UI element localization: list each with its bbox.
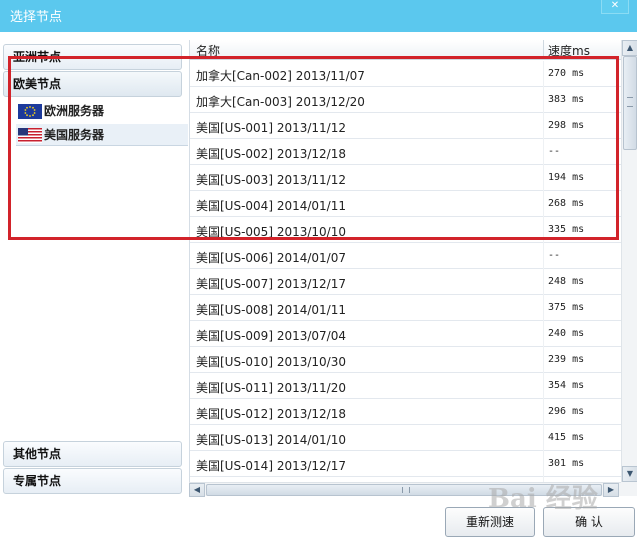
node-speed: 354 ms <box>548 380 585 391</box>
column-divider <box>543 87 544 113</box>
column-divider <box>543 191 544 217</box>
column-divider <box>543 347 544 373</box>
horizontal-scroll-thumb[interactable] <box>206 484 602 496</box>
node-name: 美国[US-009] 2013/07/04 <box>196 329 346 343</box>
category-other[interactable]: 其他节点 <box>3 441 182 467</box>
table-row[interactable]: 美国[US-012] 2013/12/18 296 ms <box>190 399 621 425</box>
node-speed: 383 ms <box>548 94 585 105</box>
column-divider <box>543 61 544 87</box>
chevron-right-icon: ▶ <box>607 485 615 494</box>
node-speed: 298 ms <box>548 120 585 131</box>
column-divider <box>543 113 544 139</box>
table-row[interactable]: 美国[US-006] 2014/01/07 -- <box>190 243 621 269</box>
scroll-left-button[interactable]: ◀ <box>189 483 205 497</box>
chevron-up-icon: ▲ <box>626 43 634 52</box>
scroll-up-button[interactable]: ▲ <box>622 40 637 56</box>
node-name: 美国[US-006] 2014/01/07 <box>196 251 346 265</box>
sub-item-us-servers[interactable]: 美国服务器 <box>16 124 188 146</box>
node-speed: 194 ms <box>548 172 585 183</box>
node-name: 加拿大[Can-003] 2013/12/20 <box>196 95 365 109</box>
column-divider <box>543 217 544 243</box>
table-row[interactable]: 加拿大[Can-003] 2013/12/20 383 ms <box>190 87 621 113</box>
column-divider <box>543 139 544 165</box>
table-row[interactable]: 美国[US-010] 2013/10/30 239 ms <box>190 347 621 373</box>
column-divider <box>543 321 544 347</box>
node-name: 美国[US-001] 2013/11/12 <box>196 121 346 135</box>
category-europe-america[interactable]: 欧美节点 <box>3 71 182 97</box>
node-name: 美国[US-010] 2013/10/30 <box>196 355 346 369</box>
node-name: 美国[US-007] 2013/12/17 <box>196 277 346 291</box>
node-name: 美国[US-004] 2014/01/11 <box>196 199 346 213</box>
chevron-left-icon: ◀ <box>193 485 201 494</box>
table-row[interactable]: 美国[US-004] 2014/01/11 268 ms <box>190 191 621 217</box>
node-name: 美国[US-003] 2013/11/12 <box>196 173 346 187</box>
column-divider <box>543 399 544 425</box>
sub-item-europe-servers[interactable]: 欧洲服务器 <box>16 100 188 122</box>
column-divider[interactable] <box>543 40 544 60</box>
title-bar: 选择节点 ✕ <box>0 0 637 32</box>
node-speed: 335 ms <box>548 224 585 235</box>
table-row[interactable]: 美国[US-003] 2013/11/12 194 ms <box>190 165 621 191</box>
node-table: 名称 速度ms 加拿大[Can-002] 2013/11/07 270 ms 加拿大… <box>189 40 621 482</box>
table-row[interactable]: 美国[US-013] 2014/01/10 415 ms <box>190 425 621 451</box>
table-header: 名称 速度ms <box>190 40 621 60</box>
horizontal-scrollbar[interactable]: ◀ ▶ <box>189 482 621 497</box>
node-name: 美国[US-014] 2013/12/17 <box>196 459 346 473</box>
node-name: 加拿大[Can-002] 2013/11/07 <box>196 69 365 83</box>
node-speed: -- <box>548 146 561 157</box>
table-row[interactable]: 美国[US-008] 2014/01/11 375 ms <box>190 295 621 321</box>
column-divider <box>543 269 544 295</box>
confirm-button[interactable]: 确 认 <box>543 507 635 537</box>
node-speed: 268 ms <box>548 198 585 209</box>
node-speed: 239 ms <box>548 354 585 365</box>
column-divider <box>543 165 544 191</box>
node-speed: 296 ms <box>548 406 585 417</box>
sub-item-label: 欧洲服务器 <box>44 104 105 118</box>
retest-speed-button[interactable]: 重新测速 <box>445 507 535 537</box>
node-speed: 240 ms <box>548 328 585 339</box>
table-row[interactable]: 美国[US-009] 2013/07/04 240 ms <box>190 321 621 347</box>
node-speed: 270 ms <box>548 68 585 79</box>
vertical-scrollbar[interactable]: ▲ ▼ <box>621 40 637 482</box>
column-header-speed[interactable]: 速度ms <box>548 42 590 59</box>
node-speed: 375 ms <box>548 302 585 313</box>
table-row[interactable]: 美国[US-007] 2013/12/17 248 ms <box>190 269 621 295</box>
table-row[interactable]: 美国[US-001] 2013/11/12 298 ms <box>190 113 621 139</box>
table-row[interactable]: 美国[US-014] 2013/12/17 301 ms <box>190 451 621 477</box>
table-row[interactable]: 加拿大[Can-002] 2013/11/07 270 ms <box>190 61 621 87</box>
node-speed: 301 ms <box>548 458 585 469</box>
node-speed: 248 ms <box>548 276 585 287</box>
category-asia[interactable]: 亚洲节点 <box>3 44 182 70</box>
node-name: 美国[US-008] 2014/01/11 <box>196 303 346 317</box>
scroll-down-button[interactable]: ▼ <box>622 466 637 482</box>
node-speed: -- <box>548 250 561 261</box>
node-name: 美国[US-002] 2013/12/18 <box>196 147 346 161</box>
chevron-down-icon: ▼ <box>626 469 634 478</box>
vertical-scroll-thumb[interactable] <box>623 56 637 150</box>
node-name: 美国[US-005] 2013/10/10 <box>196 225 346 239</box>
scroll-right-button[interactable]: ▶ <box>603 483 619 497</box>
node-category-panel: 亚洲节点 欧美节点 欧洲服务器 美国服务器 其他节点 专属节点 <box>0 40 190 500</box>
sub-item-label: 美国服务器 <box>44 128 105 142</box>
node-name: 美国[US-012] 2013/12/18 <box>196 407 346 421</box>
node-speed: 415 ms <box>548 432 585 443</box>
column-divider <box>543 243 544 269</box>
table-row[interactable]: 美国[US-005] 2013/10/10 335 ms <box>190 217 621 243</box>
table-row[interactable]: 美国[US-011] 2013/11/20 354 ms <box>190 373 621 399</box>
eu-flag-icon <box>18 104 42 119</box>
table-row[interactable]: 美国[US-002] 2013/12/18 -- <box>190 139 621 165</box>
category-dedicated[interactable]: 专属节点 <box>3 468 182 494</box>
column-divider <box>543 425 544 451</box>
node-name: 美国[US-011] 2013/11/20 <box>196 381 346 395</box>
close-button[interactable]: ✕ <box>601 0 629 14</box>
close-icon: ✕ <box>610 0 620 11</box>
column-divider <box>543 373 544 399</box>
scrollbar-corner <box>621 482 637 496</box>
node-name: 美国[US-013] 2014/01/10 <box>196 433 346 447</box>
column-divider <box>543 451 544 477</box>
window-title: 选择节点 <box>10 10 63 25</box>
column-divider <box>543 295 544 321</box>
us-flag-icon <box>18 128 42 143</box>
column-header-name[interactable]: 名称 <box>196 42 220 59</box>
